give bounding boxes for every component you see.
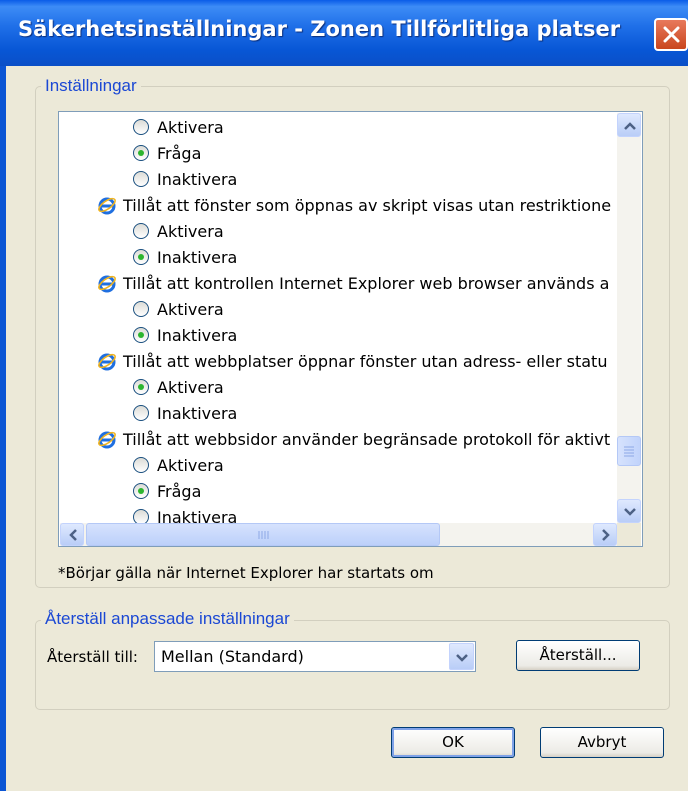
setting-option[interactable]: Inaktivera [133, 244, 237, 270]
setting-option[interactable]: Fråga [133, 478, 201, 504]
radio-button[interactable] [133, 119, 149, 135]
scrollbar-corner [617, 523, 641, 546]
cancel-button[interactable]: Avbryt [540, 727, 664, 758]
horizontal-scrollbar[interactable] [60, 523, 617, 546]
setting-header: Tillåt att fönster som öppnas av skript … [97, 192, 611, 218]
restart-note: *Börjar gälla när Internet Explorer har … [58, 564, 434, 582]
reset-group-legend: Återställ anpassade inställningar [41, 609, 294, 629]
setting-option[interactable]: Inaktivera [133, 166, 237, 192]
scroll-grip-icon [258, 531, 269, 539]
setting-option[interactable]: Aktivera [133, 114, 224, 140]
scroll-right-button[interactable] [593, 523, 617, 546]
ie-icon [98, 353, 116, 371]
chevron-down-icon [456, 654, 468, 662]
radio-button[interactable] [133, 171, 149, 187]
radio-button[interactable] [133, 301, 149, 317]
radio-button[interactable] [133, 457, 149, 473]
horizontal-scroll-thumb[interactable] [86, 523, 440, 546]
setting-option[interactable]: Aktivera [133, 452, 224, 478]
radio-button-selected[interactable] [133, 379, 149, 395]
setting-option[interactable]: Inaktivera [133, 322, 237, 348]
setting-option-label: Fråga [157, 143, 202, 163]
chevron-up-icon [624, 122, 636, 130]
scroll-left-button[interactable] [60, 523, 84, 546]
reset-level-select[interactable]: Mellan (Standard) [154, 641, 476, 672]
setting-option[interactable]: Aktivera [133, 296, 224, 322]
radio-button-selected[interactable] [133, 327, 149, 343]
setting-option-label: Aktivera [157, 221, 224, 241]
window-left-border [0, 66, 6, 791]
scroll-down-button[interactable] [617, 499, 641, 523]
radio-button-selected[interactable] [133, 249, 149, 265]
radio-button[interactable] [133, 223, 149, 239]
setting-option[interactable]: Aktivera [133, 374, 224, 400]
window-title: Säkerhetsinställningar - Zonen Tillförli… [18, 17, 621, 41]
reset-button[interactable]: Återställ... [516, 640, 640, 671]
radio-button-selected[interactable] [133, 145, 149, 161]
settings-group-legend: Inställningar [41, 76, 141, 96]
radio-button-selected[interactable] [133, 483, 149, 499]
setting-option-label: Fråga [157, 481, 202, 501]
setting-header-label: Tillåt att kontrollen Internet Explorer … [123, 273, 610, 293]
setting-option-label: Inaktivera [157, 169, 238, 189]
setting-option-label: Inaktivera [157, 325, 238, 345]
setting-header-label: Tillåt att webbsidor använder begränsade… [123, 429, 611, 449]
setting-option-label: Inaktivera [157, 247, 238, 267]
setting-option-label: Aktivera [157, 377, 224, 397]
chevron-right-icon [602, 529, 610, 541]
setting-header: Tillåt att kontrollen Internet Explorer … [97, 270, 609, 296]
ie-icon [98, 275, 116, 293]
setting-option-label: Inaktivera [157, 403, 238, 423]
setting-option-label: Aktivera [157, 299, 224, 319]
setting-header: Tillåt att webbplatser öppnar fönster ut… [97, 348, 607, 374]
chevron-down-icon [624, 508, 636, 516]
reset-to-label: Återställ till: [47, 648, 138, 666]
scroll-grip-icon [624, 446, 634, 457]
radio-button[interactable] [133, 405, 149, 421]
setting-header-label: Tillåt att fönster som öppnas av skript … [123, 195, 612, 215]
vertical-scroll-thumb[interactable] [617, 436, 641, 466]
security-settings-dialog: Säkerhetsinställningar - Zonen Tillförli… [0, 0, 688, 791]
setting-option-label: Aktivera [157, 117, 224, 137]
ie-icon [98, 197, 116, 215]
scroll-up-button[interactable] [617, 113, 641, 137]
setting-option[interactable]: Aktivera [133, 218, 224, 244]
close-icon [663, 26, 680, 43]
setting-option-label: Aktivera [157, 455, 224, 475]
reset-level-value: Mellan (Standard) [161, 647, 304, 666]
chevron-left-icon [69, 529, 77, 541]
title-bar[interactable]: Säkerhetsinställningar - Zonen Tillförli… [0, 0, 688, 66]
setting-option[interactable]: Inaktivera [133, 400, 237, 426]
ie-icon [98, 431, 116, 449]
setting-option[interactable]: Fråga [133, 140, 201, 166]
vertical-scrollbar[interactable] [617, 113, 641, 523]
close-button[interactable] [654, 18, 688, 51]
reset-level-dropdown-button[interactable] [449, 643, 474, 670]
setting-header-label: Tillåt att webbplatser öppnar fönster ut… [123, 351, 608, 371]
settings-list[interactable]: Aktivera Fråga Inaktivera Tillåt att fönste… [58, 111, 643, 547]
ok-button[interactable]: OK [391, 727, 515, 758]
setting-header: Tillåt att webbsidor använder begränsade… [97, 426, 610, 452]
